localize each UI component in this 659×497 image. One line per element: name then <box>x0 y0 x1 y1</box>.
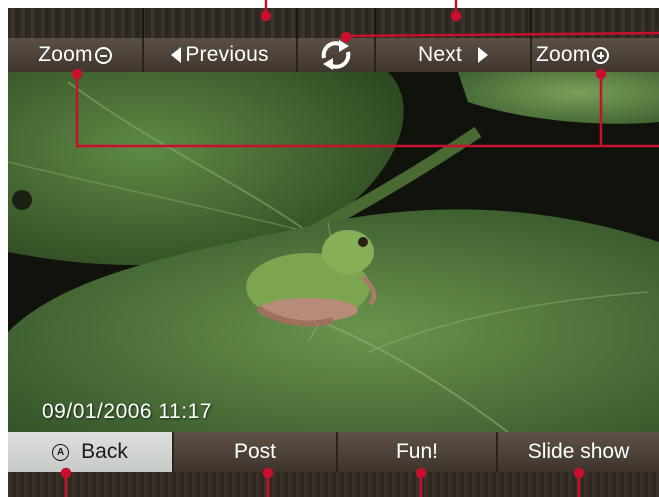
slideshow-button[interactable]: Slide show <box>498 432 659 472</box>
top-strip-divider <box>530 8 532 38</box>
next-button[interactable]: Next <box>376 38 530 72</box>
top-strip-divider <box>142 8 144 38</box>
rotate-icon <box>321 40 351 70</box>
top-toolbar: Zoom Previous Next Zoom <box>8 38 659 72</box>
frog-photo <box>8 72 659 432</box>
bottom-strip <box>8 472 659 497</box>
zoom-in-button[interactable]: Zoom <box>532 38 659 72</box>
top-strip <box>8 8 659 38</box>
zoom-out-label: Zoom <box>38 43 93 66</box>
minus-circle-icon <box>94 46 112 64</box>
post-button[interactable]: Post <box>174 432 336 472</box>
back-button[interactable]: A Back <box>8 432 172 472</box>
rotate-button[interactable] <box>298 38 374 72</box>
a-button-icon: A <box>52 443 70 461</box>
zoom-out-button[interactable]: Zoom <box>8 38 142 72</box>
previous-label: Previous <box>185 43 269 66</box>
fun-label: Fun! <box>395 440 439 463</box>
left-arrow-icon <box>171 47 182 63</box>
next-label: Next <box>418 43 462 66</box>
previous-button[interactable]: Previous <box>144 38 296 72</box>
right-arrow-icon <box>477 47 488 63</box>
slideshow-label: Slide show <box>527 440 630 463</box>
fun-button[interactable]: Fun! <box>338 432 496 472</box>
top-strip-divider <box>296 8 298 38</box>
post-label: Post <box>233 440 277 463</box>
photo-date: 09/01/2006 11:17 <box>42 400 212 423</box>
photo-viewer-screen: Zoom Previous Next Zoom 09/01/2006 11:17… <box>0 0 659 497</box>
photo-view <box>8 72 659 432</box>
top-strip-divider <box>374 8 376 38</box>
bottom-toolbar: A Back Post Fun! Slide show <box>8 432 659 472</box>
back-label: Back <box>81 440 128 463</box>
zoom-in-label: Zoom <box>536 43 591 66</box>
plus-circle-icon <box>592 46 610 64</box>
